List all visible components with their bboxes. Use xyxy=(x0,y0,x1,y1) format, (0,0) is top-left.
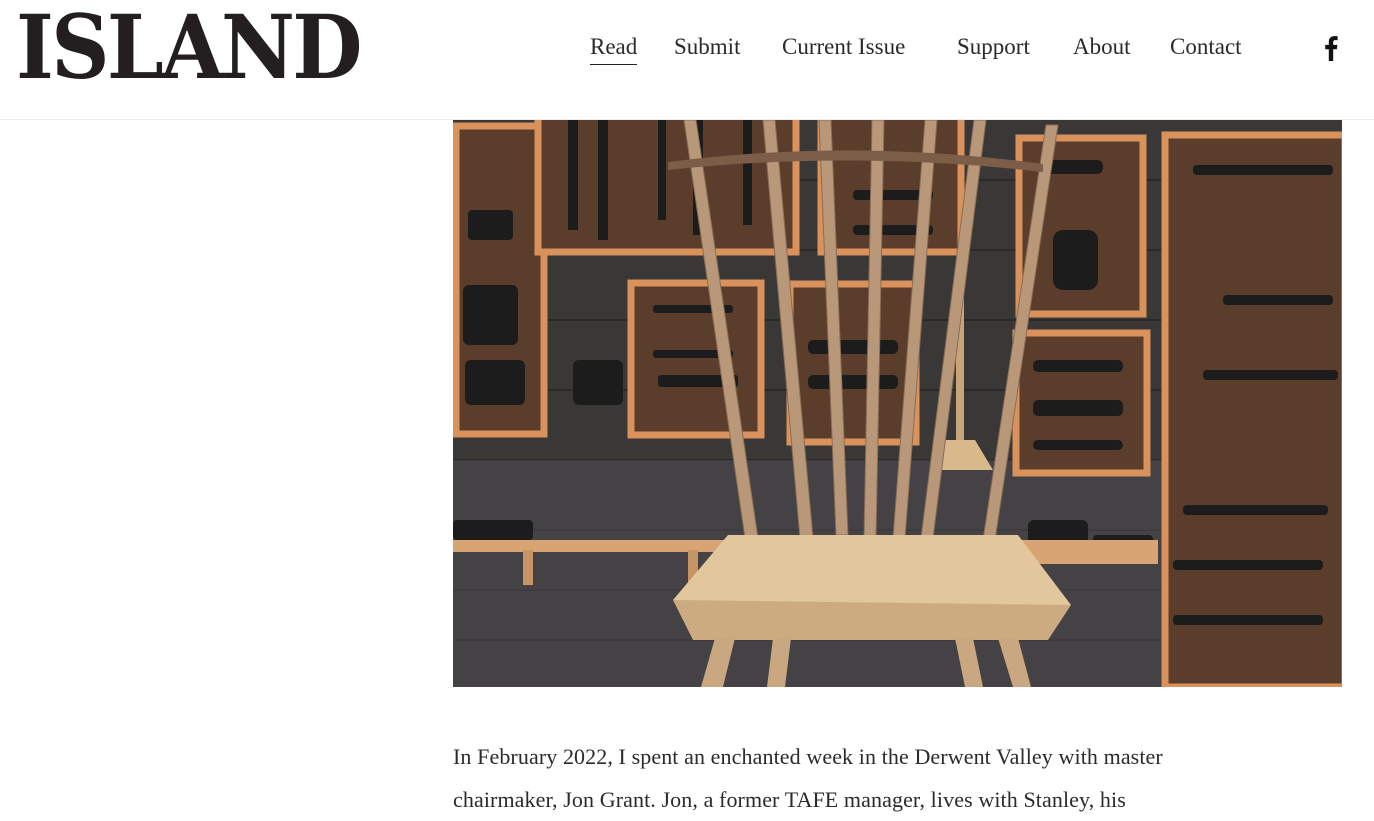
nav-contact[interactable]: Contact xyxy=(1170,31,1242,63)
nav-current-issue[interactable]: Current Issue xyxy=(782,31,905,63)
facebook-icon[interactable] xyxy=(1320,35,1342,61)
nav-read[interactable]: Read xyxy=(590,31,638,65)
article-line: chairmaker, Jon Grant. Jon, a former TAF… xyxy=(453,787,1126,812)
nav-about[interactable]: About xyxy=(1073,31,1131,63)
nav-submit[interactable]: Submit xyxy=(674,31,740,63)
site-header: ISLAND Read Submit Current Issue Support… xyxy=(0,0,1374,120)
nav-support[interactable]: Support xyxy=(957,31,1030,63)
main-nav: Read Submit Current Issue Support About … xyxy=(0,31,1374,71)
article-body: In February 2022, I spent an enchanted w… xyxy=(453,735,1343,821)
hero-image xyxy=(453,120,1342,687)
article-line: In February 2022, I spent an enchanted w… xyxy=(453,744,1163,769)
